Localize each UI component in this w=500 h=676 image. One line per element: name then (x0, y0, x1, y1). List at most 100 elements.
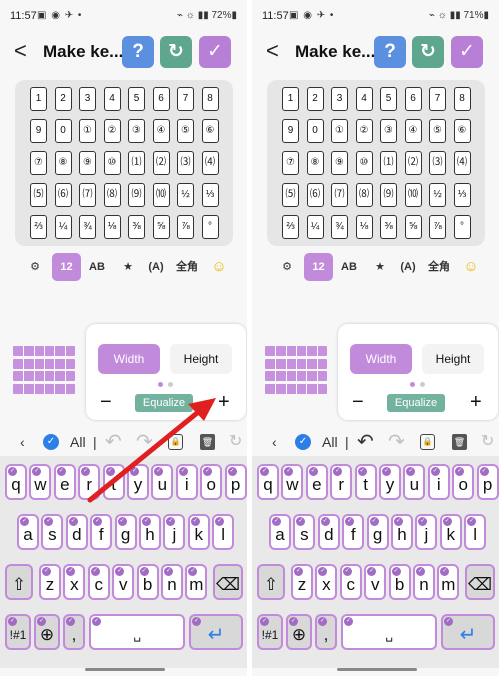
symbol-key[interactable]: ⑻ (355, 183, 373, 207)
key-u[interactable]: ✓ u (403, 464, 426, 500)
symbol-key[interactable]: ⑧ (54, 151, 72, 175)
symbol-key[interactable]: ③ (128, 119, 145, 143)
redo-icon[interactable]: ↷ (388, 430, 405, 454)
enter-key[interactable]: ✓ ↵ (189, 614, 243, 650)
symbol-key[interactable]: 0 (306, 119, 324, 143)
symbol-key[interactable]: ⑺ (79, 183, 96, 207)
symbol-key[interactable]: ⑧ (306, 151, 324, 175)
equalize-button[interactable]: Equalize (387, 394, 445, 412)
symbol-key[interactable]: ⅛ (103, 215, 121, 239)
width-toggle[interactable]: Width (98, 344, 160, 374)
undo-icon[interactable]: ↶ (357, 430, 374, 454)
increase-button[interactable]: + (218, 392, 230, 412)
help-button[interactable]: ? (374, 36, 406, 68)
symbol-key[interactable]: ⑸ (30, 183, 47, 207)
symbol-key[interactable]: ⅜ (128, 215, 145, 239)
reset-button[interactable]: ↻ (412, 36, 444, 68)
key-m[interactable]: ✓ m (185, 564, 208, 600)
key-x[interactable]: ✓ x (63, 564, 86, 600)
key-q[interactable]: ✓ q (5, 464, 27, 500)
symbol-key[interactable]: ¾ (79, 215, 96, 239)
symbol-key[interactable]: ⅔ (282, 215, 299, 239)
space-key[interactable]: ✓ ␣ (89, 614, 185, 650)
confirm-button[interactable]: ✓ (451, 36, 483, 68)
symbol-key[interactable]: 6 (152, 87, 170, 111)
decrease-button[interactable]: − (100, 392, 112, 412)
select-all-check-icon[interactable]: ✓ (295, 434, 311, 450)
symbol-key[interactable]: 5 (380, 87, 397, 111)
symbol-key[interactable]: 2 (306, 87, 324, 111)
symbol-key[interactable]: ⑻ (103, 183, 121, 207)
key-a[interactable]: ✓ a (17, 514, 39, 550)
symbol-key[interactable]: ③ (380, 119, 397, 143)
equalize-button[interactable]: Equalize (135, 394, 193, 412)
symbol-key[interactable]: ⑦ (282, 151, 299, 175)
key-i[interactable]: ✓ i (427, 464, 450, 500)
key-k[interactable]: ✓ k (439, 514, 462, 550)
key-f[interactable]: ✓ f (342, 514, 365, 550)
reset-button[interactable]: ↻ (160, 36, 192, 68)
key-g[interactable]: ✓ g (114, 514, 137, 550)
symbol-key[interactable]: ⑽ (152, 183, 170, 207)
symbol-key[interactable]: 3 (79, 87, 96, 111)
language-key[interactable]: ✓ ⊕ (286, 614, 312, 650)
symbol-key[interactable]: ⅛ (355, 215, 373, 239)
symbol-key[interactable]: 9 (282, 119, 299, 143)
backspace-key[interactable]: ⌫ (465, 564, 495, 600)
symbols-key[interactable]: ✓ !#1 (257, 614, 283, 650)
symbol-key[interactable]: 2 (54, 87, 72, 111)
symbol-key[interactable]: ⑴ (380, 151, 397, 175)
rotate-icon[interactable]: ↻ (229, 430, 242, 454)
select-all-label[interactable]: All (70, 430, 86, 454)
symbol-key[interactable]: ⑹ (54, 183, 72, 207)
key-u[interactable]: ✓ u (151, 464, 174, 500)
key-t[interactable]: ✓ t (354, 464, 377, 500)
key-l[interactable]: ✓ l (212, 514, 235, 550)
key-t[interactable]: ✓ t (102, 464, 125, 500)
symbol-key[interactable]: 4 (103, 87, 121, 111)
symbol-key[interactable]: ⑽ (404, 183, 422, 207)
symbol-key[interactable]: 1 (282, 87, 299, 111)
width-toggle[interactable]: Width (350, 344, 412, 374)
space-key[interactable]: ✓ ␣ (341, 614, 437, 650)
confirm-button[interactable]: ✓ (199, 36, 231, 68)
symbol-key[interactable]: ⅞ (429, 215, 446, 239)
symbol-key[interactable]: ⑤ (429, 119, 446, 143)
symbols-key[interactable]: ✓ !#1 (5, 614, 31, 650)
symbol-key[interactable]: ⑹ (306, 183, 324, 207)
key-s[interactable]: ✓ s (293, 514, 316, 550)
symbol-key[interactable]: 0 (54, 119, 72, 143)
back-chevron-icon[interactable]: ‹ (20, 430, 25, 454)
symbol-key[interactable]: ⑵ (404, 151, 422, 175)
numbers-tab[interactable]: 12 (304, 253, 333, 281)
symbol-key[interactable]: ° (453, 215, 471, 239)
key-g[interactable]: ✓ g (366, 514, 389, 550)
key-x[interactable]: ✓ x (315, 564, 338, 600)
symbol-key[interactable]: 7 (429, 87, 446, 111)
symbol-key[interactable]: ⑷ (453, 151, 471, 175)
symbol-key[interactable]: 3 (331, 87, 348, 111)
key-i[interactable]: ✓ i (175, 464, 198, 500)
symbol-key[interactable]: 5 (128, 87, 145, 111)
symbol-key[interactable]: ⑶ (429, 151, 446, 175)
star-tab[interactable]: ★ (115, 253, 141, 281)
symbol-key[interactable]: ½ (429, 183, 446, 207)
key-b[interactable]: ✓ b (388, 564, 411, 600)
symbol-key[interactable]: ① (79, 119, 96, 143)
lock-icon[interactable]: 🔒 (168, 434, 183, 450)
symbol-key[interactable]: ⑩ (103, 151, 121, 175)
key-j[interactable]: ✓ j (163, 514, 186, 550)
key-a[interactable]: ✓ a (269, 514, 291, 550)
symbol-key[interactable]: ⑼ (128, 183, 145, 207)
symbol-key[interactable]: ⑴ (128, 151, 145, 175)
key-c[interactable]: ✓ c (87, 564, 110, 600)
star-tab[interactable]: ★ (367, 253, 393, 281)
symbol-key[interactable]: ¼ (54, 215, 72, 239)
trash-icon[interactable]: 🗑 (452, 434, 467, 450)
rotate-icon[interactable]: ↻ (481, 430, 494, 454)
symbol-key[interactable]: 7 (177, 87, 194, 111)
key-r[interactable]: ✓ r (78, 464, 101, 500)
key-y[interactable]: ✓ y (127, 464, 149, 500)
symbol-key[interactable]: ° (201, 215, 219, 239)
symbol-key[interactable]: ① (331, 119, 348, 143)
